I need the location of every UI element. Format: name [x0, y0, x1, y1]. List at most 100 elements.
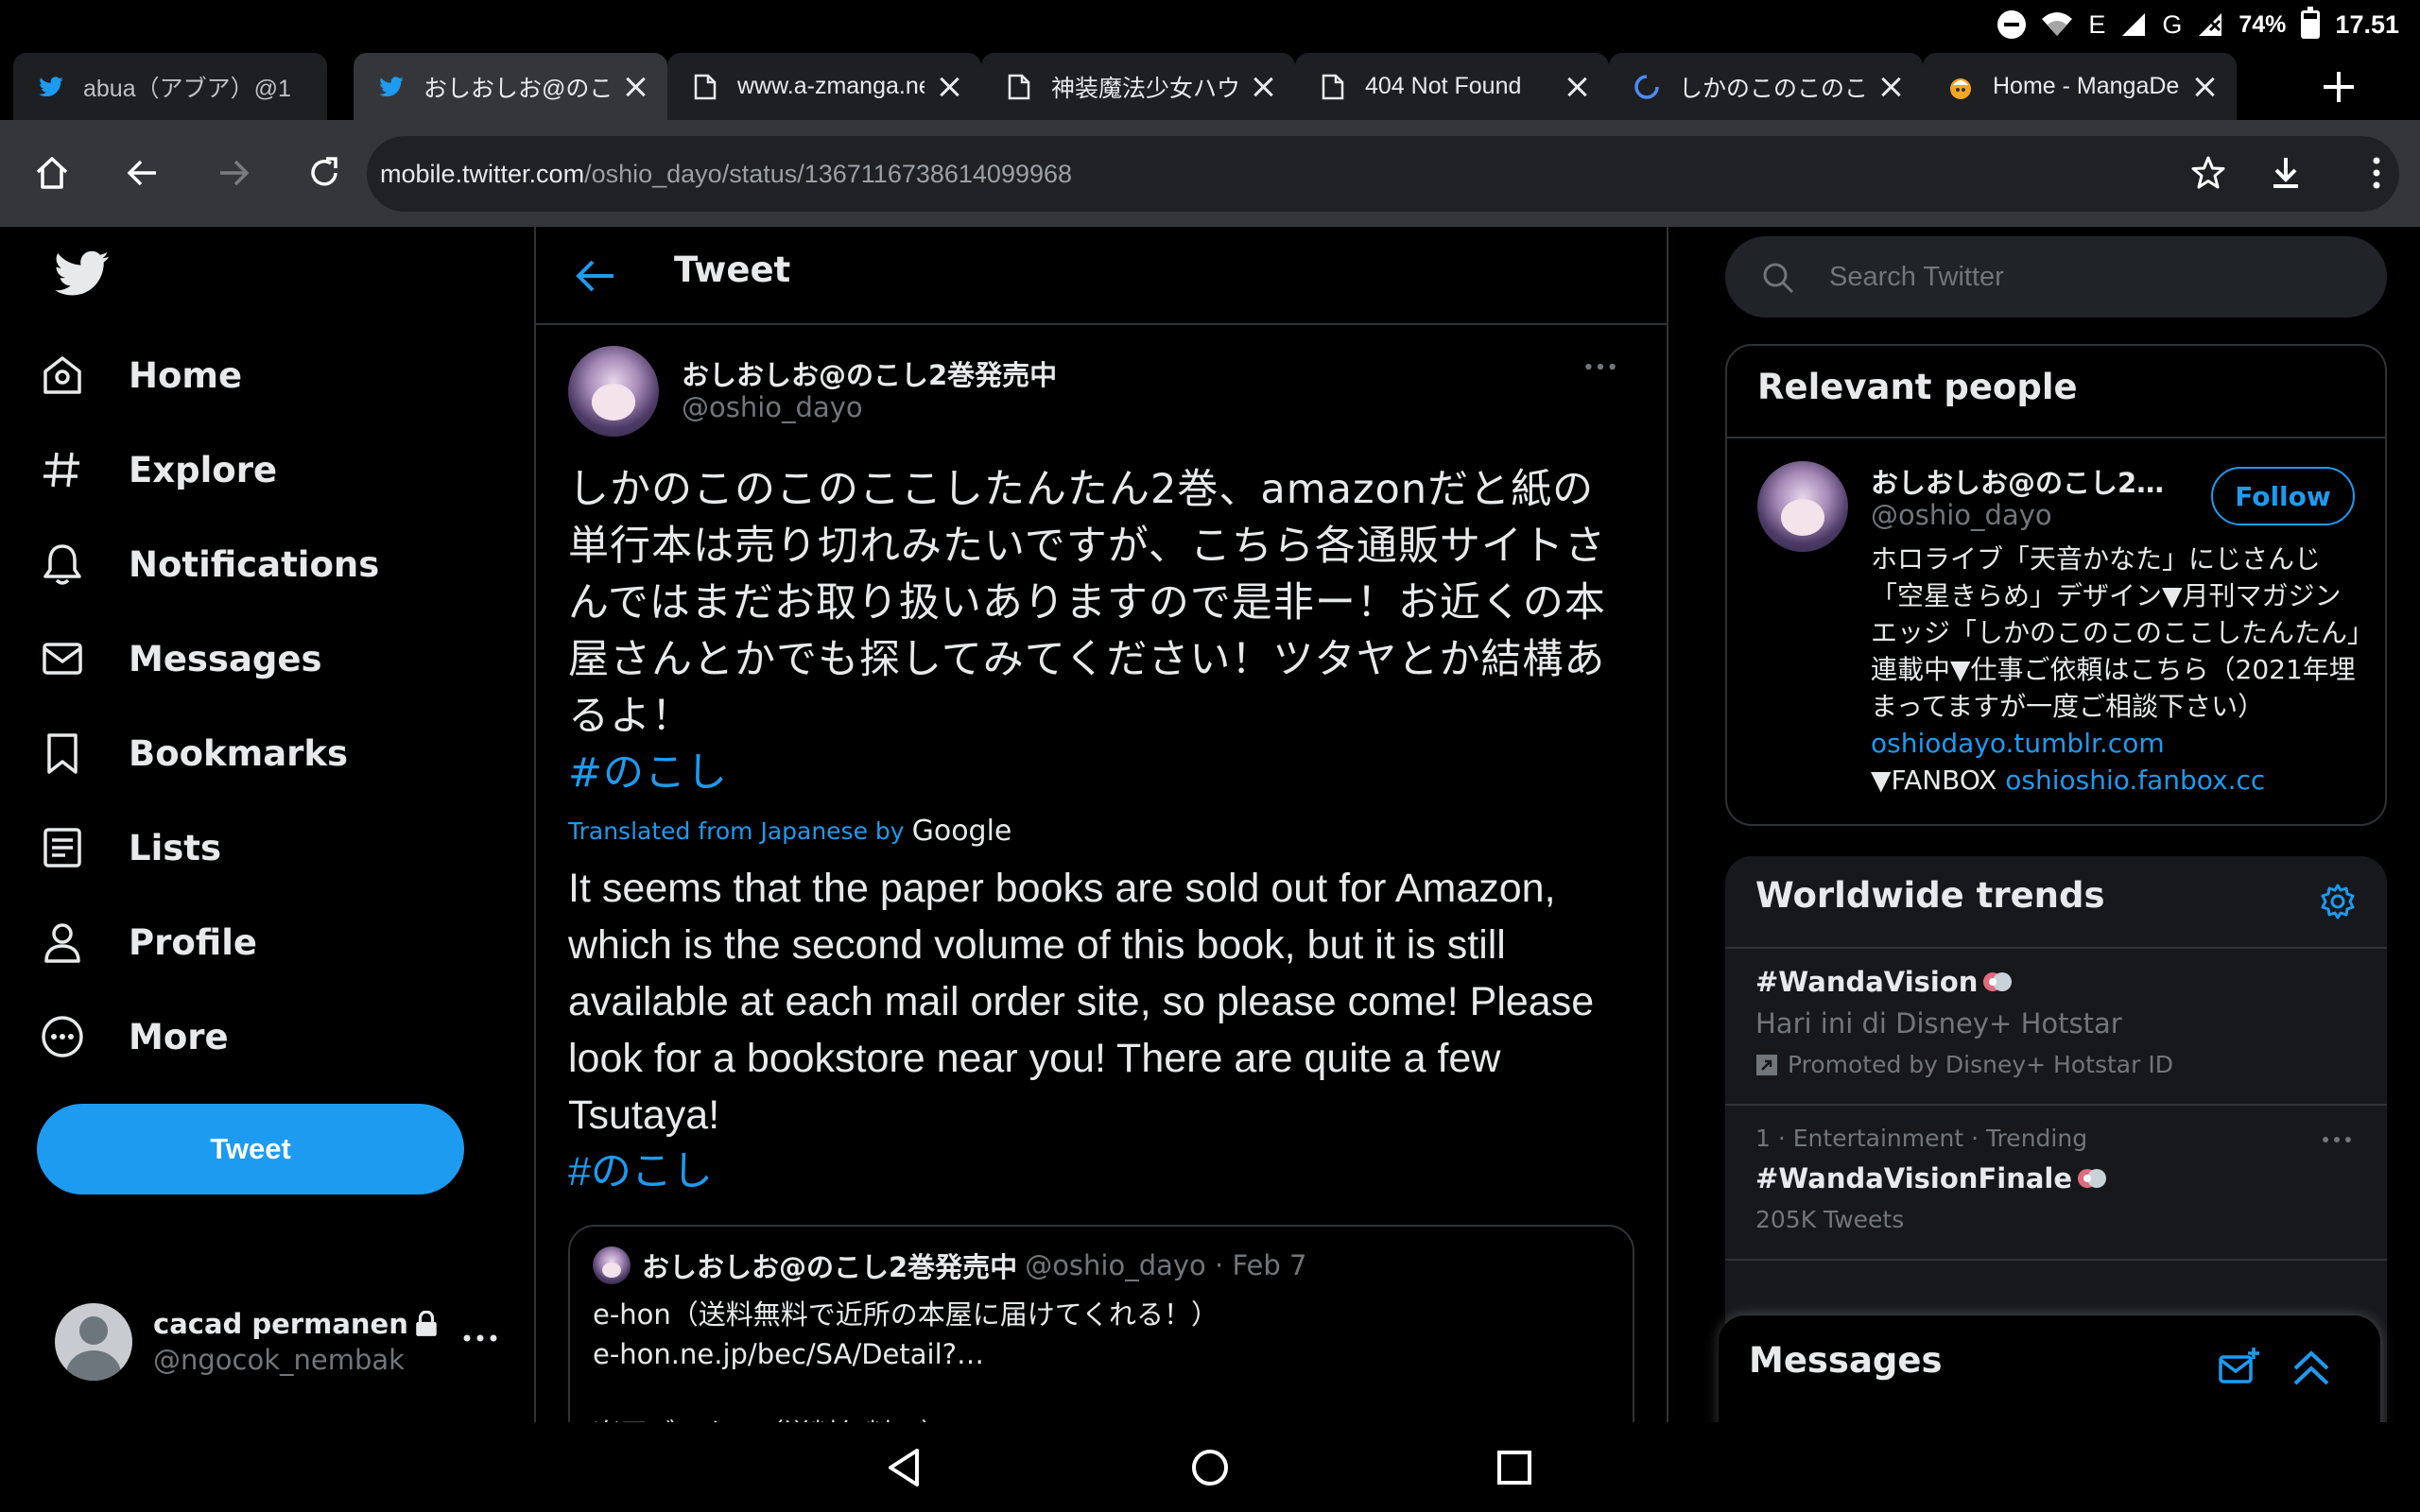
divider — [1725, 947, 2387, 949]
close-tab-icon[interactable] — [1250, 73, 1278, 101]
bookmark-star-button[interactable] — [2182, 146, 2235, 199]
bio-link[interactable]: oshioshio.fanbox.cc — [2005, 765, 2265, 796]
twitter-logo-icon[interactable] — [55, 250, 112, 298]
system-home-icon[interactable] — [1185, 1443, 1235, 1492]
arrow-right-icon — [220, 160, 250, 186]
nav-more[interactable]: More — [36, 999, 229, 1074]
nav-label: Notifications — [129, 543, 380, 585]
main-header: Tweet — [536, 227, 1667, 325]
person-name[interactable]: おしおしお@のこし2… — [1871, 461, 2164, 501]
author-handle[interactable]: @oshio_dayo — [682, 391, 863, 423]
reload-button[interactable] — [298, 146, 351, 199]
more-circle-icon — [36, 1010, 89, 1063]
gear-icon[interactable] — [2319, 883, 2357, 920]
browser-tab-5[interactable]: 404 Not Found — [1295, 53, 1609, 120]
author-name[interactable]: おしおしお@のこし2巻発売中 — [682, 353, 1057, 393]
back-button[interactable] — [116, 146, 169, 199]
promoted-icon — [1756, 1054, 1777, 1075]
tweet-button[interactable]: Tweet — [37, 1104, 464, 1194]
browser-tab-6[interactable]: しかのこのこのここ — [1609, 53, 1923, 120]
browser-tab-4[interactable]: 神装魔法少女ハウリ — [981, 53, 1295, 120]
trend-promoted: Promoted by Disney+ Hotstar ID — [1788, 1051, 2173, 1078]
browser-tab-7[interactable]: Home - MangaDex — [1923, 53, 2237, 120]
home-icon — [36, 349, 89, 402]
system-recents-icon[interactable] — [1490, 1443, 1539, 1492]
browser-tab-2[interactable]: おしおしお@のこし — [354, 53, 667, 120]
new-message-icon[interactable] — [2218, 1346, 2261, 1389]
back-arrow-icon[interactable] — [574, 255, 617, 297]
person-handle[interactable]: @oshio_dayo — [1871, 499, 2052, 531]
nav-label: Explore — [129, 449, 278, 490]
avatar[interactable] — [1757, 461, 1848, 552]
more-horizontal-icon[interactable] — [2321, 1130, 2353, 1143]
more-horizontal-icon[interactable] — [461, 1329, 499, 1357]
forward-button[interactable] — [207, 146, 260, 199]
search-box — [1725, 236, 2387, 318]
close-tab-icon[interactable] — [936, 73, 964, 101]
account-handle: @ngocok_nembak — [153, 1344, 405, 1376]
messages-drawer[interactable]: Messages — [1719, 1315, 2380, 1429]
browser-toolbar: mobile.twitter.com/oshio_dayo/status/136… — [0, 120, 2420, 227]
twitter-bird-icon — [376, 72, 406, 102]
divider — [1725, 1259, 2387, 1261]
new-tab-button[interactable] — [2318, 66, 2360, 108]
system-back-icon[interactable] — [881, 1443, 930, 1492]
translated-label: Translated from Japanese by — [568, 817, 905, 845]
double-chevron-up-icon[interactable] — [2290, 1346, 2333, 1389]
home-button[interactable] — [26, 146, 78, 199]
google-logo: Google — [911, 815, 1012, 848]
wifi-icon — [2042, 12, 2073, 36]
avatar — [55, 1303, 132, 1381]
close-tab-icon[interactable] — [1877, 73, 1906, 101]
vertical-dots-icon — [2373, 157, 2380, 189]
trend-title-row: #WandaVisionFinale — [1755, 1162, 2108, 1194]
quoted-tweet-header: おしおしお@のこし2巻発売中 @oshio_dayo · Feb 7 — [593, 1246, 1306, 1285]
reload-icon — [311, 157, 337, 186]
signal-icon — [2122, 13, 2146, 36]
star-icon — [2191, 156, 2225, 189]
page-icon — [1318, 72, 1348, 102]
nav-notifications[interactable]: Notifications — [36, 526, 379, 602]
nav-label: Lists — [129, 827, 221, 868]
search-input[interactable] — [1829, 255, 2359, 299]
network-type-g: G — [2162, 9, 2183, 39]
account-text: cacad permanen @ngocok_nembak — [153, 1308, 499, 1376]
trend-title: #WandaVision — [1755, 966, 1979, 998]
loading-spinner-icon — [1632, 72, 1662, 102]
browser-menu-button[interactable] — [2350, 146, 2403, 199]
tweet-text-ja: しかのこのこのここしたんたん2巻、amazonだと紙の単行本は売り切れみたいです… — [568, 466, 1606, 740]
more-horizontal-icon[interactable] — [1583, 357, 1621, 376]
nav-profile[interactable]: Profile — [36, 904, 257, 980]
nav-label: More — [129, 1016, 229, 1057]
nav-home[interactable]: Home — [36, 337, 242, 413]
hashtag-link[interactable]: #のこし — [568, 749, 728, 797]
address-bar[interactable]: mobile.twitter.com/oshio_dayo/status/136… — [367, 136, 2399, 212]
tab-strip: abua（アブア）@1 おしおしお@のこし www.a-zmanga.net 神… — [0, 47, 2420, 120]
nav-lists[interactable]: Lists — [36, 810, 221, 885]
follow-button[interactable]: Follow — [2211, 467, 2355, 525]
browser-tab-1[interactable]: abua（アブア）@1 — [13, 53, 327, 120]
hashtag-link[interactable]: #のこし — [568, 1149, 713, 1194]
nav-explore[interactable]: Explore — [36, 432, 277, 507]
quoted-tweet-card[interactable]: おしおしお@のこし2巻発売中 @oshio_dayo · Feb 7 e-hon… — [568, 1225, 1634, 1422]
download-button[interactable] — [2259, 146, 2312, 199]
close-tab-icon[interactable] — [622, 73, 650, 101]
wandavision-emoji-icon — [2078, 1169, 2107, 1188]
trend-tweet-count: 205K Tweets — [1755, 1206, 1905, 1233]
divider — [1725, 1104, 2387, 1106]
nav-bookmarks[interactable]: Bookmarks — [36, 715, 348, 791]
close-tab-icon[interactable] — [2191, 73, 2220, 101]
tab-title: Home - MangaDex — [1993, 73, 2180, 99]
bio-link[interactable]: oshiodayo.tumblr.com — [1871, 728, 2165, 759]
person-bio: ホロライブ「天音かなた」にじさんじ「空星きらめ」デザイン▼月刊マガジンエッジ「し… — [1871, 541, 2362, 799]
mangadex-icon — [1945, 72, 1976, 102]
clock: 17.51 — [2335, 9, 2399, 39]
battery-icon — [2301, 7, 2321, 39]
nav-messages[interactable]: Messages — [36, 621, 322, 696]
tweet-text-translated: It seems that the paper books are sold o… — [568, 860, 1646, 1200]
account-switcher[interactable]: cacad permanen @ngocok_nembak — [55, 1295, 499, 1389]
close-tab-icon[interactable] — [1564, 73, 1592, 101]
avatar[interactable] — [568, 346, 659, 437]
trend-subtitle: Hari ini di Disney+ Hotstar — [1755, 1007, 2122, 1040]
browser-tab-3[interactable]: www.a-zmanga.net — [667, 53, 981, 120]
